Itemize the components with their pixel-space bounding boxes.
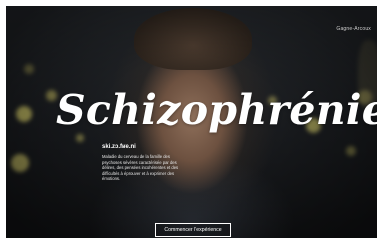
phonetic-subtitle: ski.zɔ.fʁe.ni [102, 144, 136, 150]
page-title: Schizophrénie [56, 86, 377, 134]
hero-frame: Gagne-Arcoux Schizophrénie ski.zɔ.fʁe.ni… [6, 6, 377, 238]
start-experience-button[interactable]: Commencer l'expérience [155, 223, 231, 237]
credits-link[interactable]: Gagne-Arcoux [336, 26, 371, 32]
definition-text: Maladie du cerveau de la famille des psy… [102, 154, 179, 182]
